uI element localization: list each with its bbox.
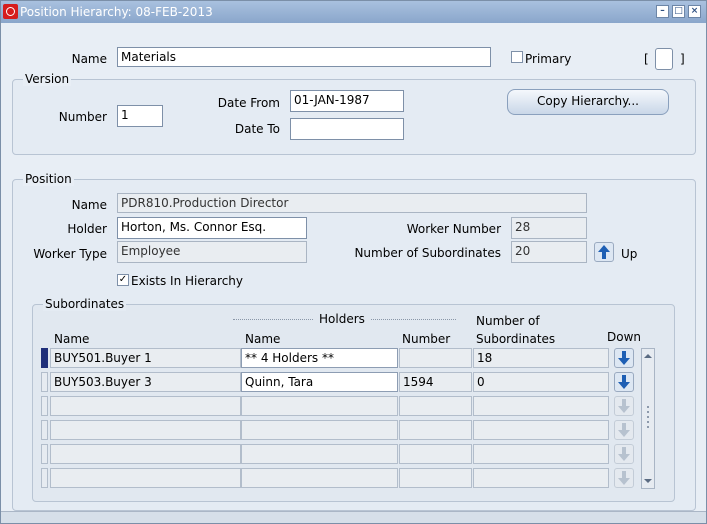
down-button-disabled[interactable] <box>614 444 634 464</box>
copy-hierarchy-button[interactable]: Copy Hierarchy... <box>507 89 669 115</box>
bracket-close: ] <box>680 52 685 66</box>
subordinate-count-cell[interactable] <box>473 420 609 440</box>
subordinate-number-cell[interactable] <box>399 444 472 464</box>
window-title: Position Hierarchy: 08-FEB-2013 <box>20 5 213 19</box>
subordinate-holder-cell[interactable] <box>241 468 398 488</box>
subordinate-count-cell[interactable] <box>473 468 609 488</box>
version-group-title: Version <box>23 72 72 86</box>
position-group-title: Position <box>23 172 74 186</box>
column-header-number: Number <box>402 332 451 346</box>
down-button-disabled[interactable] <box>614 396 634 416</box>
holders-rule-left <box>233 319 313 320</box>
down-button-disabled[interactable] <box>614 420 634 440</box>
arrow-down-icon <box>618 375 630 389</box>
oracle-logo-icon <box>3 4 18 19</box>
subordinate-holder-cell[interactable] <box>241 420 398 440</box>
position-hierarchy-window: Position Hierarchy: 08-FEB-2013 – □ × Na… <box>0 0 707 524</box>
date-to-label: Date To <box>234 122 280 136</box>
down-button[interactable] <box>614 372 634 392</box>
descriptive-flexfield[interactable] <box>655 48 673 70</box>
arrow-down-icon <box>618 351 630 365</box>
scroll-up-icon[interactable] <box>642 351 654 361</box>
subordinate-number-cell[interactable]: 1594 <box>399 372 472 392</box>
subordinate-count-cell[interactable]: 0 <box>473 372 609 392</box>
worker-number-label: Worker Number <box>406 222 501 236</box>
date-from-field[interactable]: 01-JAN-1987 <box>290 90 404 112</box>
down-button[interactable] <box>614 348 634 368</box>
subordinate-count-cell[interactable] <box>473 444 609 464</box>
scroll-grip-icon[interactable] <box>642 404 654 434</box>
subordinates-scrollbar[interactable] <box>641 348 655 489</box>
row-indicator[interactable] <box>41 372 48 392</box>
subordinate-holder-cell[interactable] <box>241 396 398 416</box>
number-of-subordinates-field[interactable]: 20 <box>511 241 587 263</box>
up-label: Up <box>621 247 638 261</box>
date-from-label: Date From <box>217 96 280 110</box>
column-header-name: Name <box>54 332 90 346</box>
column-header-subordinates-line1: Number of <box>476 314 540 328</box>
version-number-field[interactable]: 1 <box>117 105 163 127</box>
date-to-field[interactable] <box>290 118 404 140</box>
subordinate-name-cell[interactable]: BUY503.Buyer 3 <box>50 372 241 392</box>
bracket-open: [ <box>644 52 649 66</box>
subordinate-number-cell[interactable] <box>399 348 472 368</box>
subordinate-name-cell[interactable]: BUY501.Buyer 1 <box>50 348 241 368</box>
subordinate-name-cell[interactable] <box>50 396 241 416</box>
exists-in-hierarchy-checkbox[interactable]: ✓ <box>117 274 129 286</box>
primary-label: Primary <box>525 52 572 66</box>
number-of-subordinates-label: Number of Subordinates <box>354 246 501 260</box>
column-header-holder-name: Name <box>245 332 281 346</box>
row-indicator[interactable] <box>41 420 48 440</box>
scroll-down-icon[interactable] <box>642 476 654 486</box>
arrow-down-icon <box>618 423 630 437</box>
subordinates-group-title: Subordinates <box>43 297 127 311</box>
primary-checkbox[interactable] <box>511 51 523 63</box>
arrow-up-icon <box>598 245 610 259</box>
subordinate-holder-cell[interactable]: ** 4 Holders ** <box>241 348 398 368</box>
row-indicator-current[interactable] <box>41 348 48 368</box>
subordinate-name-cell[interactable] <box>50 444 241 464</box>
title-bar: Position Hierarchy: 08-FEB-2013 – □ × <box>1 1 706 23</box>
hierarchy-name-field[interactable]: Materials <box>117 47 491 67</box>
subordinate-count-cell[interactable] <box>473 396 609 416</box>
arrow-down-icon <box>618 447 630 461</box>
arrow-down-icon <box>618 471 630 485</box>
up-button[interactable] <box>594 242 614 262</box>
version-number-label: Number <box>58 110 107 124</box>
background-strip <box>1 511 706 523</box>
worker-type-field[interactable]: Employee <box>117 241 307 263</box>
position-name-field[interactable]: PDR810.Production Director <box>117 193 587 213</box>
subordinate-number-cell[interactable] <box>399 420 472 440</box>
subordinate-holder-cell[interactable] <box>241 444 398 464</box>
subordinate-name-cell[interactable] <box>50 420 241 440</box>
column-header-subordinates-line2: Subordinates <box>476 332 556 346</box>
subordinate-number-cell[interactable] <box>399 468 472 488</box>
minimize-icon[interactable]: – <box>656 5 669 18</box>
maximize-icon[interactable]: □ <box>672 5 685 18</box>
holder-label: Holder <box>67 222 107 236</box>
holders-header: Holders <box>319 312 365 326</box>
exists-in-hierarchy-label: Exists In Hierarchy <box>131 274 244 288</box>
column-header-down: Down <box>607 330 642 344</box>
subordinate-count-cell[interactable]: 18 <box>473 348 609 368</box>
worker-type-label: Worker Type <box>33 247 107 261</box>
close-icon[interactable]: × <box>688 5 701 18</box>
position-name-label: Name <box>71 198 107 212</box>
holder-field[interactable]: Horton, Ms. Connor Esq. <box>117 217 307 239</box>
row-indicator[interactable] <box>41 468 48 488</box>
row-indicator[interactable] <box>41 396 48 416</box>
down-button-disabled[interactable] <box>614 468 634 488</box>
subordinate-number-cell[interactable] <box>399 396 472 416</box>
holders-rule-right <box>371 319 456 320</box>
subordinate-name-cell[interactable] <box>50 468 241 488</box>
subordinate-holder-cell[interactable]: Quinn, Tara <box>241 372 398 392</box>
arrow-down-icon <box>618 399 630 413</box>
worker-number-field[interactable]: 28 <box>511 217 587 239</box>
hierarchy-name-label: Name <box>71 52 107 66</box>
row-indicator[interactable] <box>41 444 48 464</box>
